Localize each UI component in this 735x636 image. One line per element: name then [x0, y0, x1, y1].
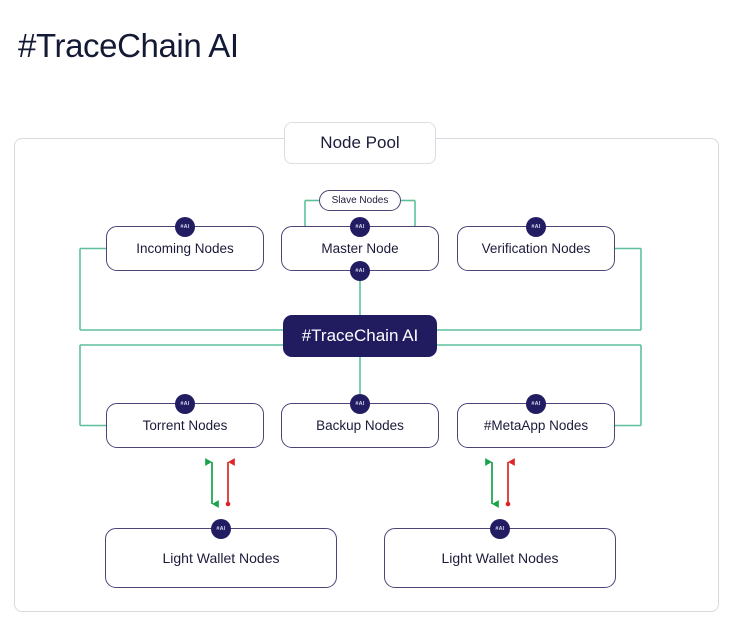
node-box-torrent[interactable]: #AI Torrent Nodes: [106, 394, 264, 448]
slave-nodes-text: Slave Nodes: [331, 195, 389, 206]
node-box-tracechain-hub[interactable]: #TraceChain AI: [283, 315, 437, 357]
node-box-wallet-left[interactable]: #AI Light Wallet Nodes: [105, 519, 337, 588]
node-label-torrent: Torrent Nodes: [142, 418, 228, 433]
node-label-hub: #TraceChain AI: [301, 326, 419, 345]
ai-badge-icon: #AI: [526, 394, 546, 414]
ai-badge-icon: #AI: [526, 217, 546, 237]
section-label-text: Node Pool: [320, 133, 400, 152]
node-label-backup: Backup Nodes: [316, 418, 404, 433]
node-box-incoming[interactable]: #AI Incoming Nodes: [106, 217, 264, 271]
node-box-wallet-right[interactable]: #AI Light Wallet Nodes: [384, 519, 616, 588]
node-label-incoming: Incoming Nodes: [136, 241, 234, 256]
node-label-verification: Verification Nodes: [481, 241, 591, 256]
ai-badge-icon: #AI: [490, 519, 510, 539]
ai-badge-icon: #AI: [350, 394, 370, 414]
ai-badge-icon: #AI: [175, 217, 195, 237]
ai-badge-icon: #AI: [350, 217, 370, 237]
slave-nodes-label: Slave Nodes: [319, 190, 401, 211]
section-label-node-pool: Node Pool: [284, 122, 436, 164]
node-box-backup[interactable]: #AI Backup Nodes: [281, 394, 439, 448]
page-title: #TraceChain AI: [18, 27, 239, 64]
node-box-verification[interactable]: #AI Verification Nodes: [457, 217, 615, 271]
ai-badge-icon: #AI: [175, 394, 195, 414]
node-box-metaapp[interactable]: #AI #MetaApp Nodes: [457, 394, 615, 448]
ai-badge-icon: #AI: [211, 519, 231, 539]
ai-badge-icon: #AI: [350, 261, 370, 281]
node-label-wallet-left: Light Wallet Nodes: [162, 550, 280, 566]
node-label-metaapp: #MetaApp Nodes: [483, 418, 589, 433]
node-label-master: Master Node: [321, 241, 399, 256]
node-label-wallet-right: Light Wallet Nodes: [441, 550, 559, 566]
